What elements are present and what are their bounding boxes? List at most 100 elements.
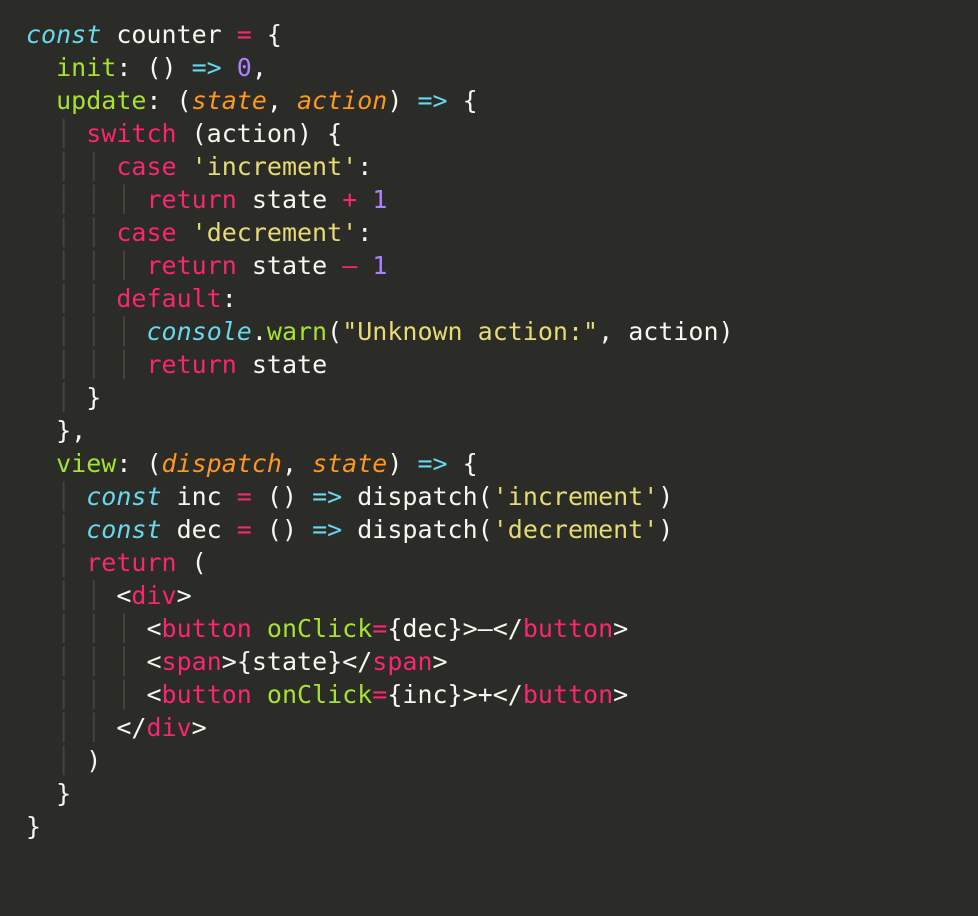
code-line: │ │ │ console.warn("Unknown action:", ac… (26, 317, 734, 346)
jsx-tag: button (162, 614, 252, 643)
keyword-const: const (26, 20, 101, 49)
jsx-tag: span (162, 647, 222, 676)
string: 'decrement' (493, 515, 659, 544)
call: dispatch( (357, 515, 492, 544)
code-line: │ │ case 'decrement': (26, 218, 372, 247)
angle-close: > (463, 680, 478, 709)
code-line: view: (dispatch, state) => { (26, 449, 478, 478)
number: 1 (372, 185, 387, 214)
code-line: } (26, 812, 41, 841)
paren: ) (86, 746, 101, 775)
angle-close: > (433, 647, 448, 676)
code-line: │ │ │ <button onClick={dec}>–</button> (26, 614, 628, 643)
operator-eq: = (372, 680, 387, 709)
brace: } (86, 383, 101, 412)
colon: : (116, 53, 131, 82)
jsx-tag: span (372, 647, 432, 676)
property: view (56, 449, 116, 478)
parens: () (146, 53, 176, 82)
keyword-return: return (146, 251, 236, 280)
jsx-tag: button (162, 680, 252, 709)
code-line: │ │ │ return state – 1 (26, 251, 387, 280)
colon: : (116, 449, 131, 478)
angle-close: > (177, 581, 192, 610)
angle-open: < (116, 581, 131, 610)
parens: (action) (192, 119, 312, 148)
operator-eq: = (237, 515, 252, 544)
operator-minus: – (342, 251, 357, 280)
angle-open: < (146, 614, 161, 643)
text: – (478, 614, 493, 643)
param: action (297, 86, 387, 115)
paren: ( (146, 449, 161, 478)
jsx-attr: onClick (267, 680, 372, 709)
comma: , (252, 53, 267, 82)
keyword-return: return (146, 185, 236, 214)
keyword-return: return (86, 548, 176, 577)
jsx-tag: button (523, 614, 613, 643)
number: 0 (237, 53, 252, 82)
angle-close: > (192, 713, 207, 742)
string: "Unknown action:" (342, 317, 598, 346)
brace: { (463, 86, 478, 115)
operator-eq: = (237, 20, 252, 49)
jsx-expr: {state} (237, 647, 342, 676)
arrow: => (417, 449, 447, 478)
identifier: dec (177, 515, 222, 544)
identifier: state (252, 251, 327, 280)
dot: . (252, 317, 267, 346)
colon: : (357, 152, 372, 181)
angle-open: < (146, 680, 161, 709)
param: state (192, 86, 267, 115)
paren: ) (658, 515, 673, 544)
arrow: => (192, 53, 222, 82)
jsx-tag: div (131, 581, 176, 610)
property: init (56, 53, 116, 82)
angle-open: </ (493, 614, 523, 643)
angle-close: > (463, 614, 478, 643)
jsx-attr: onClick (267, 614, 372, 643)
brace: { (267, 20, 282, 49)
identifier-console: console (146, 317, 251, 346)
jsx-expr: {dec} (387, 614, 462, 643)
code-line: │ │ <div> (26, 581, 192, 610)
string: 'decrement' (192, 218, 358, 247)
operator-eq: = (237, 482, 252, 511)
paren: ) (387, 86, 402, 115)
comma: , (282, 449, 297, 478)
code-line: const counter = { (26, 20, 282, 49)
code-line: │ │ │ <span>{state}</span> (26, 647, 448, 676)
brace: }, (56, 416, 86, 445)
arrow: => (417, 86, 447, 115)
paren: ) (658, 482, 673, 511)
jsx-tag: div (146, 713, 191, 742)
code-line: │ return ( (26, 548, 207, 577)
brace: } (56, 779, 71, 808)
angle-open: < (146, 647, 161, 676)
number: 1 (372, 251, 387, 280)
code-line: │ switch (action) { (26, 119, 342, 148)
colon: : (146, 86, 161, 115)
comma: , (267, 86, 282, 115)
code-line: } (26, 779, 71, 808)
arrow: => (312, 482, 342, 511)
code-line: │ const inc = () => dispatch('increment'… (26, 482, 673, 511)
code-line: │ │ case 'increment': (26, 152, 372, 181)
identifier: counter (116, 20, 221, 49)
param: dispatch (162, 449, 282, 478)
code-line: │ │ │ return state (26, 350, 327, 379)
parens: () (267, 515, 297, 544)
keyword-switch: switch (86, 119, 176, 148)
keyword-default: default (116, 284, 221, 313)
paren: ( (327, 317, 342, 346)
code-line: │ │ </div> (26, 713, 207, 742)
paren: ( (192, 548, 207, 577)
colon: : (357, 218, 372, 247)
keyword-const: const (86, 515, 161, 544)
angle-close: > (222, 647, 237, 676)
string: 'increment' (493, 482, 659, 511)
code-editor[interactable]: const counter = { init: () => 0, update:… (0, 0, 978, 861)
code-line: │ ) (26, 746, 101, 775)
identifier: state (252, 350, 327, 379)
parens: () (267, 482, 297, 511)
